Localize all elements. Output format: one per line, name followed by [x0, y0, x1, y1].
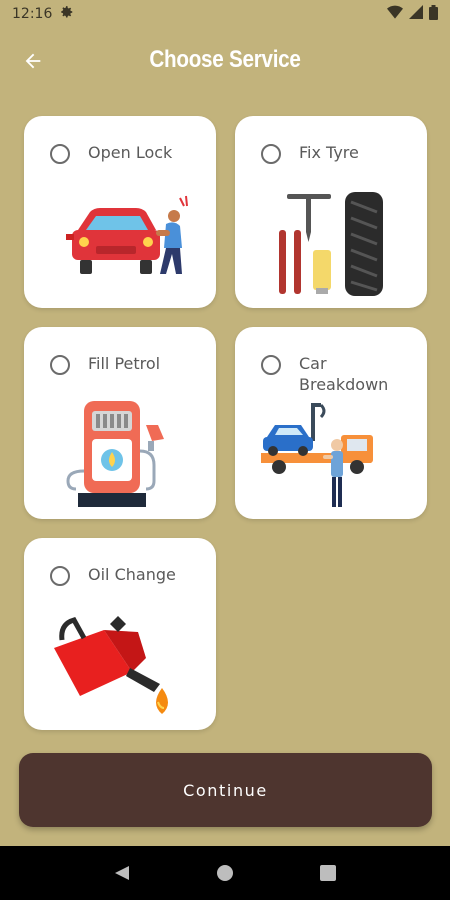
- service-card-fill-petrol[interactable]: Fill Petrol: [24, 327, 216, 519]
- status-left: 12:16: [12, 5, 74, 23]
- battery-icon: [429, 4, 438, 24]
- status-right: [387, 4, 438, 24]
- home-circle-icon[interactable]: [213, 861, 237, 885]
- app-bar: Choose Service: [0, 28, 450, 94]
- fuel-pump-illustration: [66, 401, 164, 507]
- service-label: Fill Petrol: [88, 354, 161, 373]
- status-bar: 12:16: [0, 0, 450, 28]
- radio-fill-petrol[interactable]: [50, 355, 70, 375]
- back-triangle-icon[interactable]: [110, 861, 134, 885]
- wifi-icon: [387, 5, 403, 23]
- service-card-car-breakdown[interactable]: Car Breakdown: [235, 327, 427, 519]
- radio-car-breakdown[interactable]: [261, 355, 281, 375]
- status-time: 12:16: [12, 6, 53, 22]
- service-card-oil-change[interactable]: Oil Change: [24, 538, 216, 730]
- service-label: Open Lock: [88, 143, 173, 162]
- service-card-fix-tyre[interactable]: Fix Tyre: [235, 116, 427, 308]
- radio-open-lock[interactable]: [50, 144, 70, 164]
- service-label: Car Breakdown: [299, 354, 389, 394]
- oil-can-illustration: [54, 616, 168, 714]
- radio-oil-change[interactable]: [50, 566, 70, 586]
- service-label: Oil Change: [88, 565, 176, 584]
- radio-fix-tyre[interactable]: [261, 144, 281, 164]
- car-lockout-illustration: [66, 195, 188, 274]
- system-nav-bar: [0, 846, 450, 900]
- settings-icon: [60, 5, 74, 23]
- continue-button[interactable]: Continue: [19, 753, 432, 827]
- service-label: Fix Tyre: [299, 143, 359, 162]
- service-card-open-lock[interactable]: Open Lock: [24, 116, 216, 308]
- recents-square-icon[interactable]: [316, 861, 340, 885]
- tyre-repair-illustration: [279, 192, 383, 296]
- signal-icon: [409, 5, 423, 23]
- page-title: Choose Service: [149, 46, 301, 73]
- tow-truck-illustration: [261, 403, 373, 507]
